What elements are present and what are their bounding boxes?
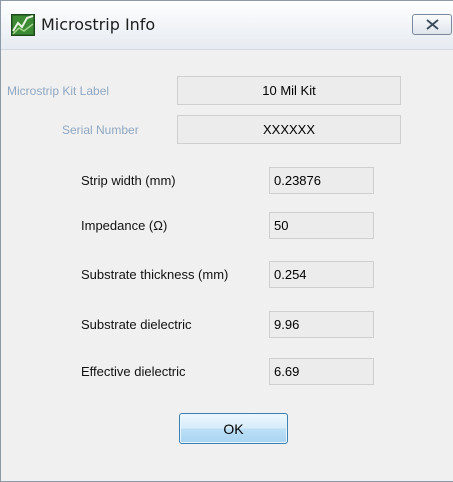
substrate-thickness-value: 0.254 [269,261,374,288]
microstrip-info-dialog: Microstrip Info Microstrip Kit Label 10 … [0,0,453,482]
serial-number-value: XXXXXX [177,115,401,144]
strip-width-value: 0.23876 [269,167,374,194]
strip-width-label: Strip width (mm) [81,173,176,188]
substrate-dielectric-value: 9.96 [269,311,374,338]
close-x-icon [426,19,439,30]
ok-button[interactable]: OK [179,413,288,444]
window-title: Microstrip Info [41,15,156,34]
effective-dielectric-value: 6.69 [269,358,374,385]
serial-number-caption: Serial Number [62,123,139,137]
impedance-value: 50 [269,212,374,239]
app-chart-icon [11,14,35,36]
effective-dielectric-label: Effective dielectric [81,364,186,379]
kit-label-caption: Microstrip Kit Label [7,84,110,98]
close-button[interactable] [412,14,452,35]
substrate-dielectric-label: Substrate dielectric [81,317,192,332]
title-bar[interactable]: Microstrip Info [1,1,453,50]
kit-label-value: 10 Mil Kit [177,76,401,105]
substrate-thickness-label: Substrate thickness (mm) [81,267,229,282]
impedance-label: Impedance (Ω) [81,218,168,233]
